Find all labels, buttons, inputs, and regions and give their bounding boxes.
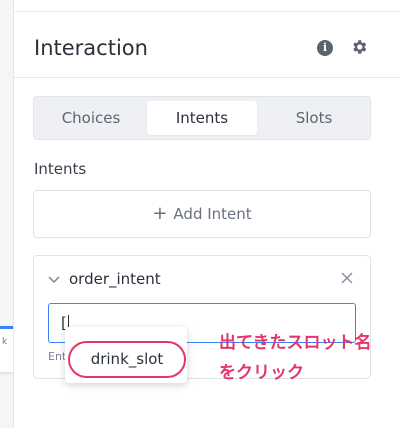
canvas-strip: k <box>0 0 13 428</box>
annotation-line-1: 出てきたスロット名 <box>219 333 372 353</box>
annotation-line-2: をクリック <box>219 363 304 383</box>
chevron-down-icon[interactable] <box>48 275 60 285</box>
gear-icon[interactable] <box>350 38 368 56</box>
intent-name[interactable]: order_intent <box>69 270 161 288</box>
input-hint: Ent <box>48 350 67 363</box>
instruction-annotation: 出てきたスロット名 をクリック <box>219 328 400 388</box>
tab-intents[interactable]: Intents <box>147 101 257 135</box>
plus-icon: + <box>152 203 168 224</box>
add-intent-button[interactable]: + Add Intent <box>33 190 371 238</box>
close-icon[interactable] <box>339 270 355 286</box>
slot-suggestion-dropdown: drink_slot <box>65 327 187 383</box>
tab-bar: Choices Intents Slots <box>33 96 371 140</box>
add-intent-label: Add Intent <box>173 205 252 223</box>
info-icon[interactable]: i <box>317 40 333 56</box>
slot-option-drink-slot[interactable]: drink_slot <box>68 341 186 378</box>
panel-title: Interaction <box>34 36 148 60</box>
tab-slots[interactable]: Slots <box>260 101 368 135</box>
panel-top-divider <box>14 0 400 12</box>
canvas-node[interactable]: k <box>0 326 13 372</box>
canvas-node-text: k <box>2 337 8 347</box>
panel-header: Interaction i <box>14 12 400 78</box>
tab-choices[interactable]: Choices <box>38 101 144 135</box>
intents-section-label: Intents <box>34 160 87 178</box>
